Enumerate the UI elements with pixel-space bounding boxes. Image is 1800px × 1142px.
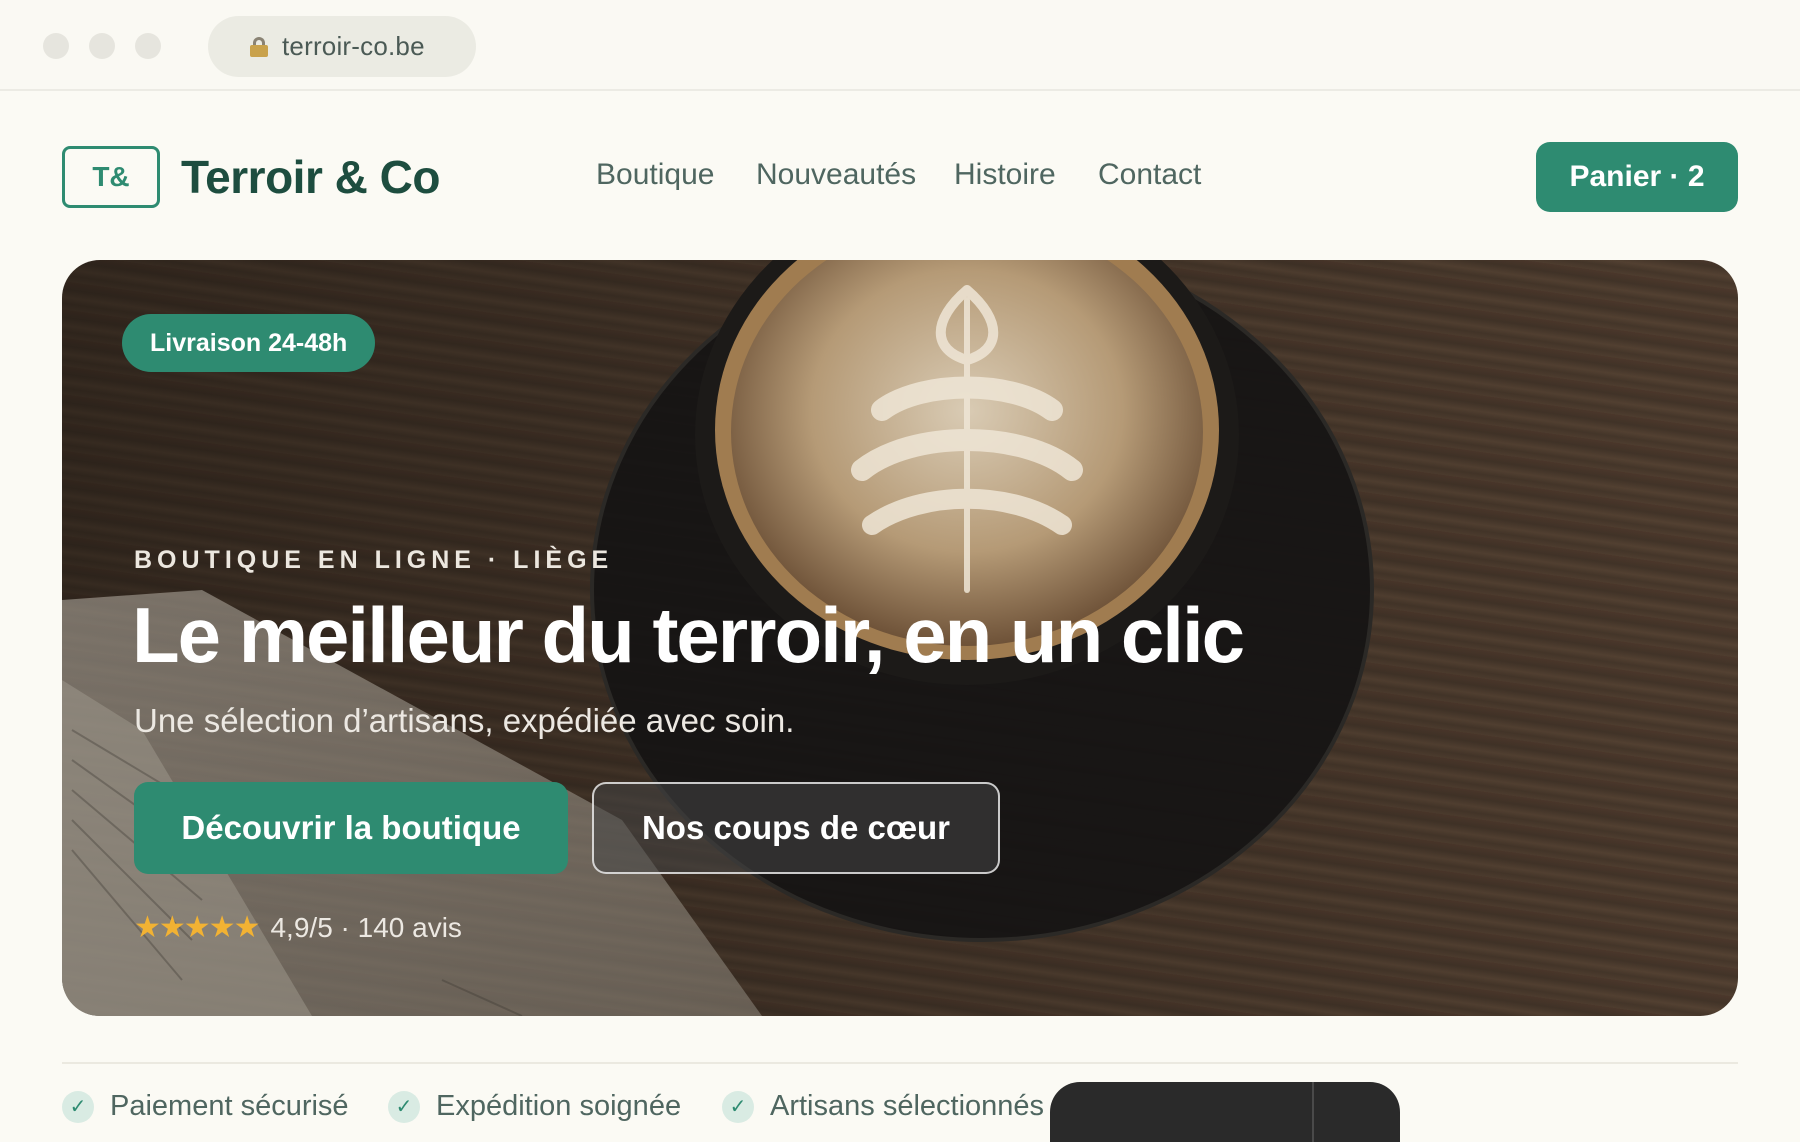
hero-eyebrow: BOUTIQUE EN LIGNE · LIÈGE: [134, 546, 614, 574]
hero-banner: Livraison 24-48h BOUTIQUE EN LIGNE · LIÈ…: [62, 260, 1738, 1016]
url-text: terroir-co.be: [282, 31, 425, 61]
trust-label: Expédition soignée: [436, 1090, 682, 1122]
trust-label: Artisans sélectionnés: [770, 1090, 1045, 1122]
maximize-window-icon[interactable]: [135, 33, 161, 59]
browser-toolbar: terroir-co.be: [0, 0, 1800, 91]
trust-label: Paiement sécurisé: [110, 1090, 349, 1122]
hero-headline: Le meilleur du terroir, en un clic: [132, 591, 1245, 679]
address-bar[interactable]: terroir-co.be: [208, 16, 476, 77]
favorites-button[interactable]: Nos coups de cœur: [592, 782, 1000, 874]
delivery-badge: Livraison 24-48h: [122, 314, 376, 372]
discover-shop-button[interactable]: Découvrir la boutique: [134, 782, 568, 874]
cart-button[interactable]: Panier · 2: [1536, 142, 1738, 212]
trust-item-shipping: ✓ Expédition soignée: [388, 1090, 681, 1123]
close-window-icon[interactable]: [43, 33, 69, 59]
trust-item-payment: ✓ Paiement sécurisé: [62, 1090, 349, 1123]
section-divider: [62, 1062, 1738, 1064]
nav-item-histoire[interactable]: Histoire: [954, 158, 1056, 192]
trust-item-artisans: ✓ Artisans sélectionnés: [722, 1090, 1044, 1123]
logo-mark[interactable]: T&: [62, 146, 160, 208]
check-icon: ✓: [388, 1090, 420, 1123]
brand-name[interactable]: Terroir & Co: [181, 150, 440, 204]
nav-item-nouveautes[interactable]: Nouveautés: [756, 158, 916, 192]
floating-toolbar[interactable]: [1050, 1082, 1400, 1142]
check-icon: ✓: [62, 1090, 94, 1123]
rating-text: 4,9/5 · 140 avis: [270, 911, 462, 943]
minimize-window-icon[interactable]: [89, 33, 115, 59]
nav-item-contact[interactable]: Contact: [1098, 158, 1201, 192]
check-icon: ✓: [722, 1090, 754, 1123]
lock-icon: [250, 36, 268, 57]
nav-item-boutique[interactable]: Boutique: [596, 158, 714, 192]
star-rating-icon: ★★★★★: [134, 911, 260, 944]
hero-subheadline: Une sélection d’artisans, expédiée avec …: [134, 702, 795, 739]
rating-summary: ★★★★★ 4,9/5 · 140 avis: [134, 910, 462, 945]
